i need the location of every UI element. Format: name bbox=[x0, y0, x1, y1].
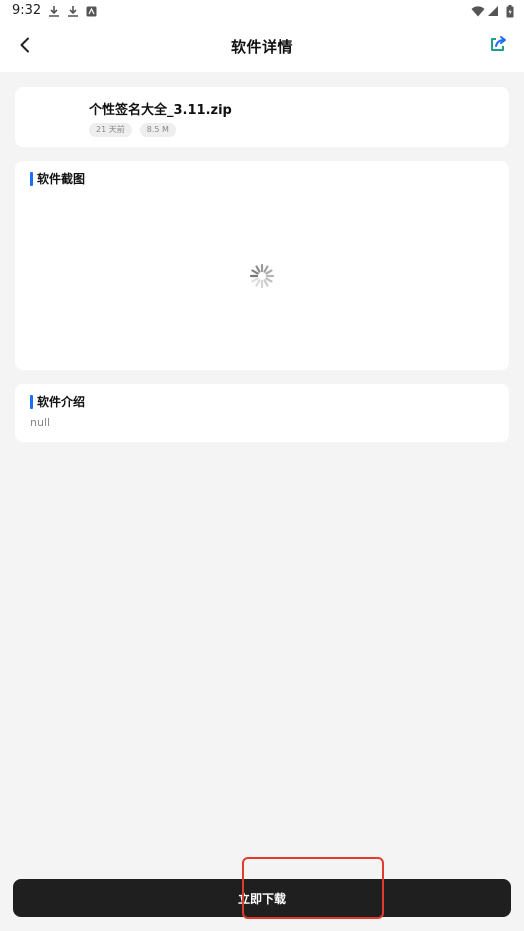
file-date-tag: 21 天前 bbox=[89, 123, 132, 137]
wifi-icon bbox=[471, 4, 485, 18]
app-notification-icon bbox=[84, 4, 98, 18]
file-info-card: 个性签名大全_3.11.zip 21 天前 8.5 M bbox=[15, 87, 509, 147]
download-button[interactable]: 立即下载 bbox=[13, 879, 511, 917]
file-name: 个性签名大全_3.11.zip bbox=[89, 103, 232, 118]
intro-section-title: 软件介绍 bbox=[30, 395, 85, 409]
download-icon bbox=[66, 4, 80, 18]
share-button[interactable] bbox=[486, 34, 510, 58]
header: 软件详情 bbox=[0, 22, 524, 72]
file-size-tag: 8.5 M bbox=[139, 123, 176, 137]
intro-card: 软件介绍 null bbox=[15, 384, 509, 442]
status-time: 9:32 bbox=[12, 3, 42, 18]
screenshots-card: 软件截图 bbox=[15, 161, 509, 370]
loading-spinner-icon bbox=[249, 263, 275, 289]
battery-icon bbox=[503, 4, 517, 18]
download-icon bbox=[47, 4, 61, 18]
download-button-label: 立即下载 bbox=[237, 891, 286, 906]
page-title: 软件详情 bbox=[230, 38, 293, 56]
intro-text: null bbox=[30, 416, 51, 429]
file-tags: 21 天前 8.5 M bbox=[89, 123, 176, 137]
share-icon bbox=[489, 35, 507, 57]
status-bar: 9:32 bbox=[0, 0, 524, 22]
screenshots-section-title: 软件截图 bbox=[30, 172, 85, 186]
signal-icon bbox=[486, 4, 500, 18]
